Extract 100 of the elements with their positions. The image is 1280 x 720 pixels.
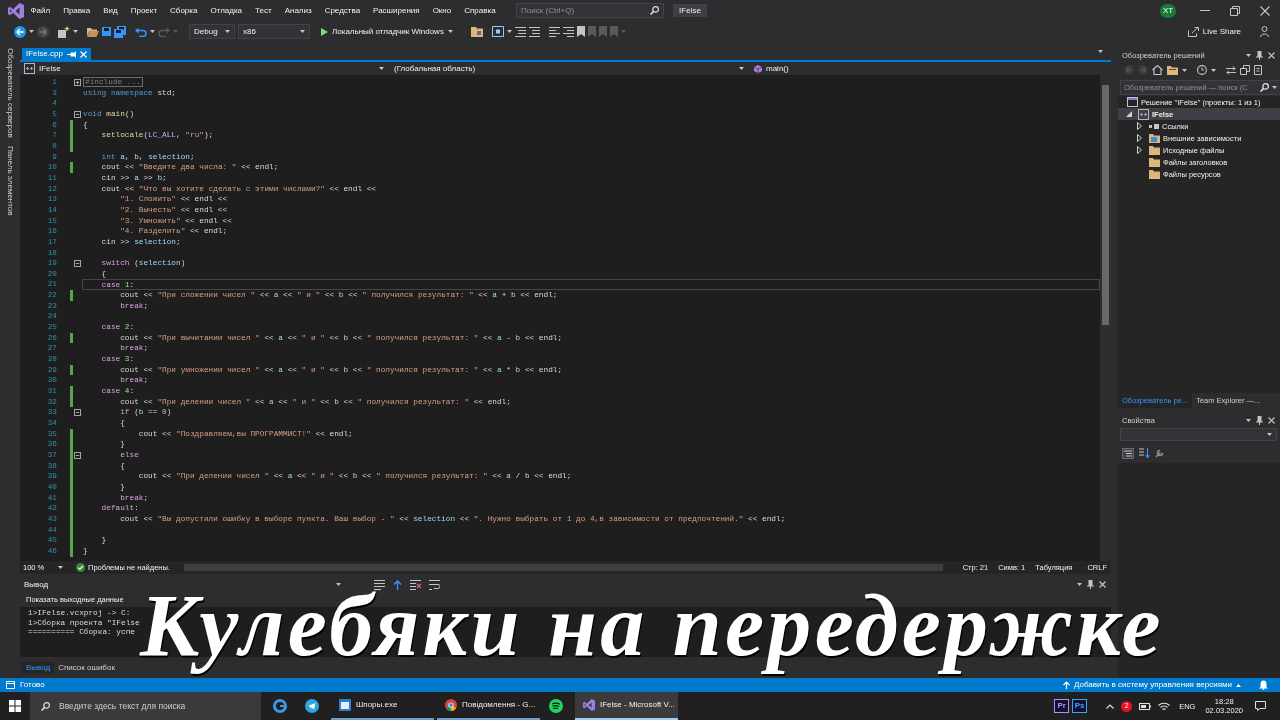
- chevron-up-icon[interactable]: [1106, 703, 1115, 709]
- pages-icon[interactable]: [1254, 65, 1264, 75]
- menu-item[interactable]: Расширения: [366, 5, 427, 16]
- app-logo-icon[interactable]: [583, 699, 595, 711]
- caret-icon[interactable]: [1077, 583, 1082, 586]
- battery-icon[interactable]: [1139, 702, 1152, 710]
- lines-icon[interactable]: [374, 579, 386, 590]
- menu-item[interactable]: Проект: [124, 5, 164, 16]
- caret-icon[interactable]: [739, 67, 744, 70]
- message-icon[interactable]: [1255, 701, 1266, 711]
- sync-icon[interactable]: [1226, 65, 1236, 75]
- left-arrow-icon[interactable]: [14, 25, 26, 38]
- caret-icon[interactable]: [447, 30, 453, 33]
- triangle-right-icon[interactable]: [1137, 146, 1142, 154]
- caret-icon[interactable]: [225, 30, 230, 33]
- minus-box-icon[interactable]: [74, 110, 81, 118]
- menu-item[interactable]: Файл: [24, 5, 57, 16]
- taskbar-search-field[interactable]: Введите здесь текст для поиска: [30, 692, 261, 720]
- caret-icon[interactable]: [73, 30, 78, 33]
- minus-box-icon[interactable]: [74, 260, 81, 267]
- windows-logo-icon[interactable]: [9, 700, 21, 712]
- taskbar-window[interactable]: IFelse - Microsoft V...: [575, 692, 678, 720]
- box-star-icon[interactable]: [58, 25, 70, 38]
- save-icon[interactable]: [102, 27, 111, 36]
- save-all-icon[interactable]: [114, 25, 126, 38]
- project-dropdown[interactable]: IFelse: [20, 62, 390, 75]
- close-icon[interactable]: [1260, 5, 1270, 16]
- triangle-right-icon[interactable]: [1137, 122, 1142, 130]
- menu-item[interactable]: Анализ: [278, 5, 319, 16]
- caret-icon[interactable]: [58, 566, 63, 569]
- menu-item[interactable]: Тест: [248, 5, 279, 16]
- person-icon[interactable]: [1260, 26, 1269, 37]
- panel-tab[interactable]: Список ошибок: [54, 662, 119, 674]
- menu-item[interactable]: Средства: [318, 5, 367, 16]
- comment-lines-icon[interactable]: [562, 26, 574, 37]
- menu-item[interactable]: Сборка: [163, 5, 204, 16]
- app-logo-icon[interactable]: [8, 2, 24, 19]
- ring-icon[interactable]: [273, 699, 287, 713]
- caret-icon[interactable]: [506, 30, 512, 33]
- taskbar-window[interactable]: Шпоры.exe: [331, 692, 434, 720]
- close-icon[interactable]: [1268, 51, 1275, 59]
- platform-dropdown[interactable]: x86: [238, 24, 310, 39]
- menu-item[interactable]: Отладка: [203, 5, 249, 16]
- side-tab[interactable]: Обозреватель серверов: [5, 48, 15, 138]
- grouped-list-icon[interactable]: [1122, 447, 1134, 459]
- minus-box-icon[interactable]: [74, 409, 81, 417]
- plus-box-icon[interactable]: [74, 78, 81, 86]
- caret-icon[interactable]: [1246, 53, 1251, 57]
- scrollbar-thumb[interactable]: [1102, 85, 1109, 325]
- pin-icon[interactable]: [1087, 580, 1094, 589]
- folder-icon[interactable]: [470, 26, 483, 37]
- undo-icon[interactable]: [135, 26, 147, 37]
- caret-icon[interactable]: [336, 583, 342, 586]
- list-cross-icon[interactable]: [410, 579, 422, 590]
- up-arrow-icon[interactable]: [393, 579, 403, 590]
- restore-icon[interactable]: [1230, 5, 1240, 16]
- scope-dropdown[interactable]: (Глобальная область): [390, 62, 750, 75]
- triangle-down-icon[interactable]: [1126, 111, 1132, 117]
- pages-icon[interactable]: [1240, 65, 1250, 75]
- caret-icon[interactable]: [1267, 433, 1272, 436]
- paper-plane-icon[interactable]: [305, 699, 319, 713]
- home-icon[interactable]: [1152, 65, 1163, 75]
- tray-app-button[interactable]: Pr: [1054, 699, 1070, 713]
- bell-icon[interactable]: [1259, 680, 1268, 690]
- indent-lines-icon[interactable]: [528, 26, 540, 37]
- wifi-icon[interactable]: [1158, 701, 1171, 711]
- caret-icon[interactable]: [300, 30, 305, 33]
- member-dropdown[interactable]: main(): [750, 62, 1100, 75]
- caret-icon[interactable]: [1246, 418, 1251, 422]
- triangle-right-icon[interactable]: [1137, 134, 1142, 142]
- sound-waves-icon[interactable]: [549, 699, 563, 713]
- configuration-dropdown[interactable]: Debug: [189, 24, 235, 39]
- horizontal-scrollbar[interactable]: [183, 564, 943, 571]
- pin-icon[interactable]: [66, 50, 76, 58]
- caret-icon[interactable]: [379, 67, 384, 70]
- comment-lines-icon[interactable]: [548, 26, 560, 37]
- wrap-lines-icon[interactable]: [429, 579, 441, 590]
- pin-icon[interactable]: [1256, 415, 1263, 425]
- close-icon[interactable]: [1268, 416, 1275, 424]
- tray-app-button[interactable]: Ps: [1072, 699, 1088, 713]
- minus-box-icon[interactable]: [74, 451, 81, 459]
- live-share-button[interactable]: Live Share: [1187, 26, 1241, 37]
- sort-list-icon[interactable]: [1139, 448, 1150, 458]
- bookmark-icon[interactable]: [576, 26, 585, 37]
- start-debugging-button[interactable]: Локальный отладчик Windows: [318, 24, 456, 39]
- menu-item[interactable]: Справка: [457, 5, 503, 16]
- open-folder-icon[interactable]: [87, 26, 99, 37]
- caret-icon[interactable]: [29, 30, 34, 33]
- menu-item[interactable]: Правка: [56, 5, 97, 16]
- taskbar-window[interactable]: Повідомлення - G...: [437, 692, 540, 720]
- caret-icon[interactable]: [1211, 68, 1216, 72]
- caret-icon[interactable]: [1236, 683, 1241, 687]
- indent-lines-icon[interactable]: [514, 26, 526, 37]
- menu-item[interactable]: Вид: [96, 5, 125, 16]
- account-avatar[interactable]: XT: [1160, 3, 1176, 18]
- wrench-icon[interactable]: [1155, 448, 1165, 458]
- menu-item[interactable]: Окно: [426, 5, 458, 16]
- caret-icon[interactable]: [1098, 49, 1103, 53]
- side-tab[interactable]: Панель элементов: [5, 145, 15, 216]
- search-field[interactable]: Поиск (Ctrl+Q): [516, 3, 665, 18]
